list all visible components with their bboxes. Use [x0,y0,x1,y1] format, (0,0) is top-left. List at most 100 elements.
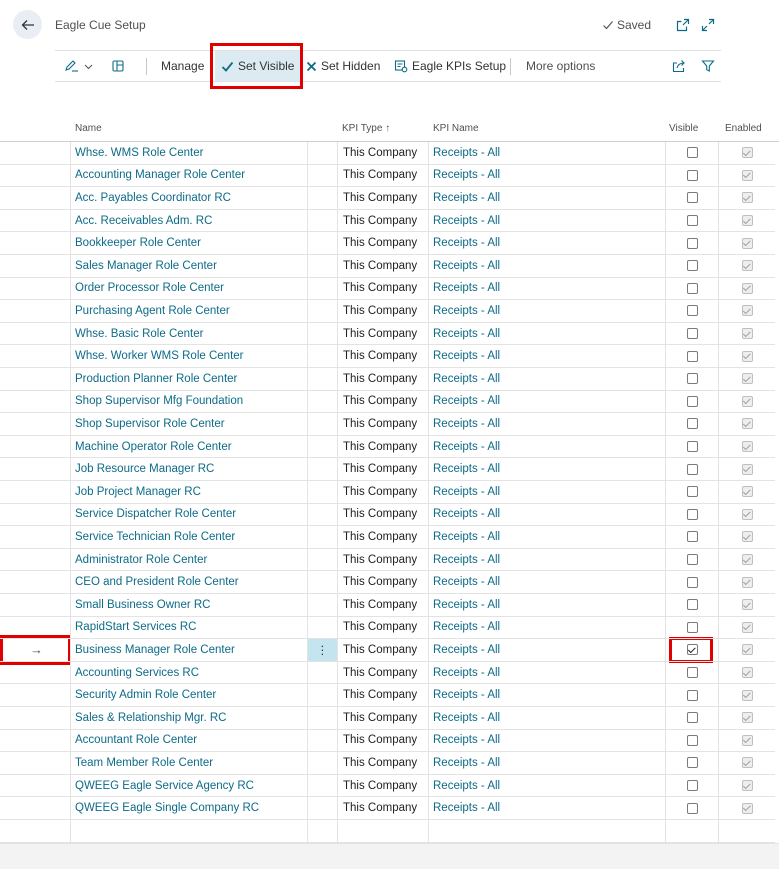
row-name-link[interactable]: Service Technician Role Center [71,526,308,549]
table-row[interactable]: Shop Supervisor Role Center This Company R… [0,413,779,436]
row-selector[interactable] [0,774,71,798]
table-row[interactable]: Order Processor Role Center This Company R… [0,277,779,301]
row-kpi-type[interactable]: This Company [338,277,429,301]
row-actions-menu[interactable] [308,774,338,798]
visible-checkbox[interactable] [686,712,698,724]
table-row[interactable]: Accounting Services RC This Company Receip… [0,661,779,685]
row-kpi-type[interactable]: This Company [338,526,429,549]
row-selector[interactable] [0,481,71,504]
row-name-link[interactable]: Small Business Owner RC [71,594,308,617]
table-row[interactable]: Service Technician Role Center This Compa… [0,526,779,549]
row-selector[interactable] [0,571,71,594]
row-actions-menu[interactable] [308,707,338,730]
row-kpi-name-link[interactable]: Receipts - All [429,255,666,278]
view-layout-button[interactable] [111,51,125,81]
back-button[interactable] [13,10,42,39]
column-header-enabled[interactable]: Enabled [725,123,762,134]
visible-checkbox[interactable] [686,576,698,588]
row-selector[interactable] [0,503,71,527]
column-header-kpi-type[interactable]: KPI Type ↑ [342,123,390,134]
set-visible-button[interactable]: Set Visible [215,51,301,81]
row-kpi-type[interactable]: This Company [338,142,429,165]
row-actions-menu[interactable] [308,661,338,685]
visible-checkbox[interactable] [686,192,698,204]
row-actions-menu[interactable] [308,684,338,707]
visible-checkbox[interactable] [686,621,698,633]
row-kpi-type[interactable]: This Company [338,571,429,594]
row-kpi-name-link[interactable]: Receipts - All [429,774,666,798]
row-selector[interactable] [0,661,71,685]
visible-checkbox[interactable] [686,802,698,814]
table-row[interactable]: CEO and President Role Center This Compan… [0,571,779,594]
row-kpi-name-link[interactable]: Receipts - All [429,390,666,414]
row-name-link[interactable]: Bookkeeper Role Center [71,232,308,255]
row-actions-menu[interactable] [308,413,338,436]
table-row[interactable]: Sales Manager Role Center This Company Rec… [0,255,779,278]
visible-checkbox[interactable] [686,780,698,792]
row-name-link[interactable]: Job Project Manager RC [71,481,308,504]
row-kpi-type[interactable]: This Company [338,684,429,707]
row-name-link[interactable]: Production Planner Role Center [71,368,308,391]
row-kpi-name-link[interactable]: Receipts - All [429,277,666,301]
row-name-link[interactable]: Machine Operator Role Center [71,435,308,459]
row-actions-menu[interactable] [308,255,338,278]
row-kpi-name[interactable] [429,820,666,843]
row-selector[interactable] [0,526,71,549]
row-name-link[interactable]: Shop Supervisor Mfg Foundation [71,390,308,414]
row-actions-menu[interactable] [308,503,338,527]
row-name-link[interactable]: Accounting Manager Role Center [71,164,308,188]
row-kpi-type[interactable]: This Company [338,481,429,504]
empty-new-row[interactable] [0,820,779,843]
visible-checkbox[interactable] [686,644,698,656]
row-kpi-name-link[interactable]: Receipts - All [429,639,666,662]
table-row[interactable]: Sales & Relationship Mgr. RC This Company… [0,707,779,730]
filter-button[interactable] [701,51,715,81]
row-selector[interactable] [0,187,71,210]
row-actions-menu[interactable] [308,481,338,504]
row-selector[interactable] [0,413,71,436]
table-row[interactable]: Security Admin Role Center This Company Re… [0,684,779,707]
row-name-link[interactable]: RapidStart Services RC [71,616,308,640]
visible-checkbox[interactable] [686,305,698,317]
row-kpi-type[interactable]: This Company [338,232,429,255]
row-name-link[interactable]: Whse. Worker WMS Role Center [71,345,308,368]
row-selector[interactable] [0,368,71,391]
row-kpi-name-link[interactable]: Receipts - All [429,322,666,346]
row-actions-menu[interactable] [308,187,338,210]
visible-checkbox[interactable] [686,373,698,385]
row-kpi-type[interactable]: This Company [338,594,429,617]
table-row[interactable]: Bookkeeper Role Center This Company Receip… [0,232,779,255]
row-kpi-name-link[interactable]: Receipts - All [429,164,666,188]
row-kpi-name-link[interactable]: Receipts - All [429,142,666,165]
row-kpi-name-link[interactable]: Receipts - All [429,684,666,707]
visible-checkbox[interactable] [686,734,698,746]
table-row[interactable]: Whse. Basic Role Center This Company Recei… [0,322,779,346]
table-row[interactable]: Job Project Manager RC This Company Receip… [0,481,779,504]
row-kpi-type[interactable]: This Company [338,209,429,233]
row-kpi-name-link[interactable]: Receipts - All [429,413,666,436]
row-selector[interactable] [0,255,71,278]
row-name-link[interactable]: Sales & Relationship Mgr. RC [71,707,308,730]
row-kpi-type[interactable]: This Company [338,661,429,685]
row-selector[interactable] [0,277,71,301]
row-name-link[interactable]: Accounting Services RC [71,661,308,685]
visible-checkbox[interactable] [686,215,698,227]
row-kpi-type[interactable]: This Company [338,435,429,459]
row-selector[interactable] [0,300,71,323]
row-kpi-type[interactable]: This Company [338,752,429,775]
table-row[interactable]: Job Resource Manager RC This Company Recei… [0,458,779,481]
visible-checkbox[interactable] [686,554,698,566]
row-name-link[interactable]: Business Manager Role Center [71,639,308,662]
row-kpi-name-link[interactable]: Receipts - All [429,616,666,640]
visible-checkbox[interactable] [686,350,698,362]
row-selector[interactable] [0,616,71,640]
row-kpi-type[interactable]: This Company [338,255,429,278]
row-actions-menu[interactable] [308,797,338,820]
visible-checkbox[interactable] [686,418,698,430]
row-name-link[interactable]: Job Resource Manager RC [71,458,308,481]
row-kpi-type[interactable]: This Company [338,390,429,414]
row-name-link[interactable]: Accountant Role Center [71,729,308,753]
row-kpi-type[interactable]: This Company [338,458,429,481]
row-name-link[interactable]: Sales Manager Role Center [71,255,308,278]
row-kpi-type[interactable]: This Company [338,503,429,527]
